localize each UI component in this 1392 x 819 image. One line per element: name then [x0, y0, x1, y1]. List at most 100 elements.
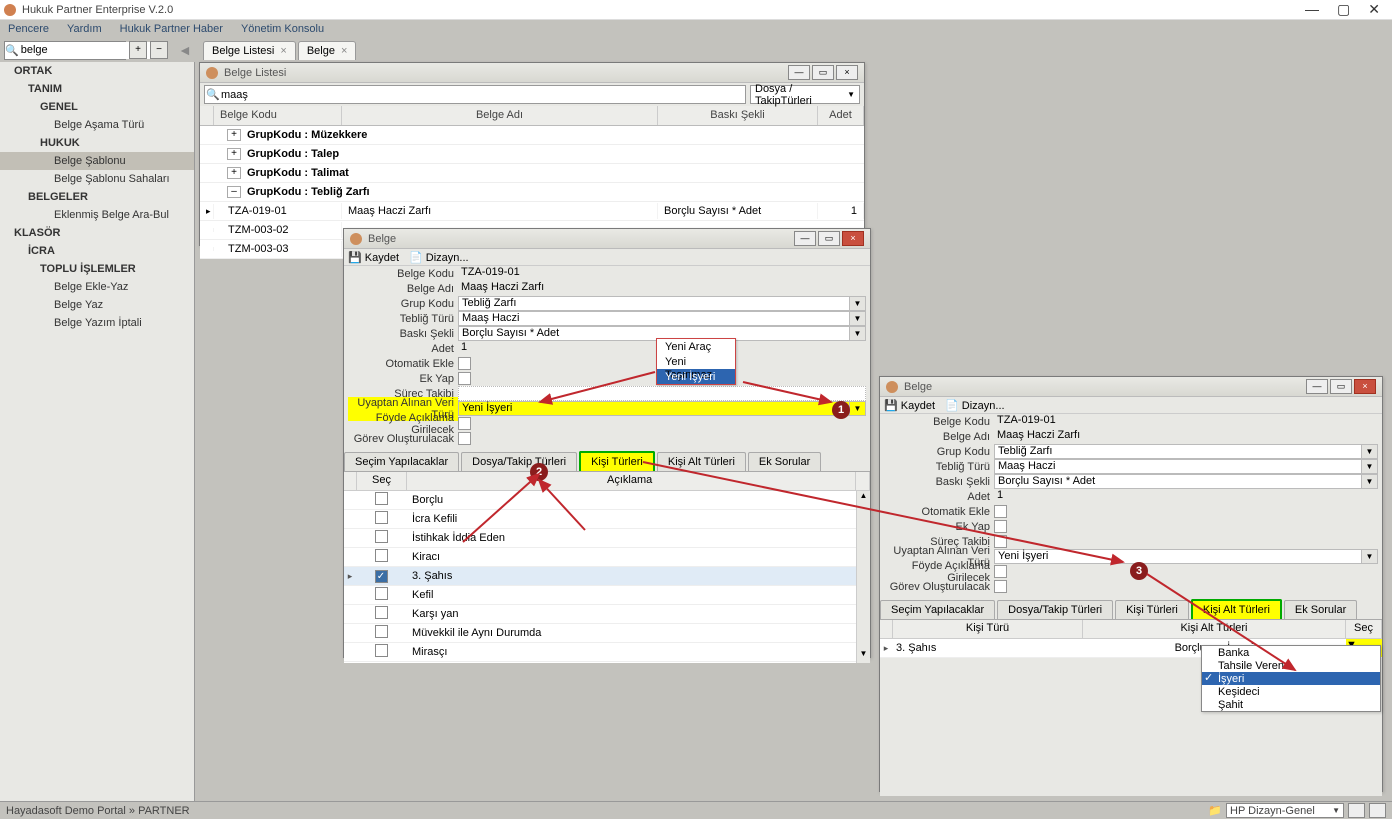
col-sec[interactable]: Seç [1346, 620, 1382, 638]
doc-tab-belge-listesi[interactable]: Belge Listesi × [203, 41, 296, 60]
field-baski-sekli[interactable]: Borçlu Sayısı * Adet▼ [994, 474, 1378, 489]
design-button[interactable]: 📄 Dizayn... [409, 251, 469, 264]
subwin-maximize-button[interactable]: ▭ [1330, 379, 1352, 394]
table-row[interactable]: Kefil [344, 586, 870, 605]
save-button[interactable]: 💾 Kaydet [348, 251, 399, 264]
doc-tab-belge[interactable]: Belge × [298, 41, 357, 60]
checkbox[interactable] [375, 549, 388, 562]
sidebar-item[interactable]: KLASÖR [0, 224, 194, 242]
menu-haber[interactable]: Hukuk Partner Haber [120, 23, 223, 35]
chevron-down-icon[interactable]: ▼ [849, 402, 865, 415]
tab-secim-yapilacaklar[interactable]: Seçim Yapılacaklar [880, 600, 995, 619]
chevron-down-icon[interactable]: ▼ [849, 312, 865, 325]
chk-gorev-olusturulacak[interactable] [994, 580, 1007, 593]
list-search-input[interactable] [221, 89, 745, 101]
sidebar-item[interactable]: ORTAK [0, 62, 194, 80]
expand-toggle[interactable]: – [227, 186, 241, 198]
group-row[interactable]: –GrupKodu : Tebliğ Zarfı [200, 183, 864, 202]
chevron-down-icon[interactable]: ▼ [1361, 460, 1377, 473]
subwin-maximize-button[interactable]: ▭ [818, 231, 840, 246]
field-uyap-veri-turu[interactable]: Yeni İşyeri▼ [994, 549, 1378, 564]
design-button[interactable]: 📄 Dizayn... [945, 399, 1005, 412]
sidebar-item[interactable]: TANIM [0, 80, 194, 98]
table-row[interactable]: İcra Kefili [344, 510, 870, 529]
tab-dosya-takip[interactable]: Dosya/Takip Türleri [997, 600, 1113, 619]
col-aciklama[interactable]: Açıklama [407, 472, 856, 490]
sidebar-item[interactable]: Belge Yazım İptali [0, 314, 194, 332]
minimize-button[interactable]: — [1305, 1, 1319, 18]
chk-foyde-aciklama[interactable] [994, 565, 1007, 578]
table-row[interactable]: Mirasçı [344, 643, 870, 662]
sidebar-item[interactable]: Eklenmiş Belge Ara-Bul [0, 206, 194, 224]
expand-toggle[interactable]: + [227, 129, 241, 141]
chk-ek-yap[interactable] [458, 372, 471, 385]
field-uyap-veri-turu[interactable]: Yeni İşyeri▼ [458, 401, 866, 416]
subwin-close-button[interactable]: × [842, 231, 864, 246]
subwin-minimize-button[interactable]: — [1306, 379, 1328, 394]
col-kisi-alt-turleri[interactable]: Kişi Alt Türleri [1083, 620, 1346, 638]
field-grup-kodu[interactable]: Tebliğ Zarfı▼ [458, 296, 866, 311]
group-row[interactable]: +GrupKodu : Talep [200, 145, 864, 164]
close-icon[interactable]: × [280, 45, 286, 57]
sidebar-item[interactable]: Belge Şablonu [0, 152, 194, 170]
field-grup-kodu[interactable]: Tebliğ Zarfı▼ [994, 444, 1378, 459]
toolbar-add-button[interactable]: + [129, 41, 147, 59]
menu-pencere[interactable]: Pencere [8, 23, 49, 35]
table-row[interactable]: Karşı yan [344, 605, 870, 624]
field-teblig-turu[interactable]: Maaş Haczi▼ [458, 311, 866, 326]
dropdown-option[interactable]: Banka [1202, 646, 1380, 659]
dropdown-option[interactable]: Tahsile Veren [1202, 659, 1380, 672]
table-row[interactable]: Kiracı [344, 548, 870, 567]
menu-item[interactable]: Yeni Taşınmaz [657, 354, 735, 369]
table-row[interactable]: İstihkak İddia Eden [344, 529, 870, 548]
field-surec-takibi[interactable] [458, 386, 866, 401]
table-row[interactable]: Müvekkil ile Aynı Durumda [344, 624, 870, 643]
expand-toggle[interactable]: + [227, 167, 241, 179]
col-belge-adi[interactable]: Belge Adı [342, 106, 658, 125]
group-row[interactable]: +GrupKodu : Talimat [200, 164, 864, 183]
col-kisi-turu[interactable]: Kişi Türü [893, 620, 1083, 638]
group-row[interactable]: +GrupKodu : Müzekkere [200, 126, 864, 145]
sidebar-item[interactable]: İCRA [0, 242, 194, 260]
list-search[interactable]: 🔍 [204, 85, 746, 104]
chevron-down-icon[interactable]: ▼ [1361, 550, 1377, 563]
checkbox[interactable] [375, 587, 388, 600]
sidebar-item[interactable]: HUKUK [0, 134, 194, 152]
tab-ek-sorular[interactable]: Ek Sorular [748, 452, 821, 471]
tab-kisi-alt-turleri[interactable]: Kişi Alt Türleri [1191, 599, 1282, 619]
sidebar-item[interactable]: Belge Ekle-Yaz [0, 278, 194, 296]
checkbox[interactable] [375, 644, 388, 657]
chevron-down-icon[interactable]: ▼ [1361, 475, 1377, 488]
maximize-button[interactable]: ▢ [1337, 1, 1350, 18]
subwin-minimize-button[interactable]: — [788, 65, 810, 80]
chk-foyde-aciklama[interactable] [458, 417, 471, 430]
chk-ek-yap[interactable] [994, 520, 1007, 533]
status-calendar-button[interactable] [1369, 803, 1386, 818]
expand-toggle[interactable]: + [227, 148, 241, 160]
chk-surec-takibi[interactable] [994, 535, 1007, 548]
toolbar-remove-button[interactable]: − [150, 41, 168, 59]
sidebar-item[interactable]: BELGELER [0, 188, 194, 206]
list-filter-dropdown[interactable]: Dosya / TakipTürleri ▼ [750, 85, 860, 104]
dropdown-option[interactable]: ✓İşyeri [1202, 672, 1380, 685]
field-teblig-turu[interactable]: Maaş Haczi▼ [994, 459, 1378, 474]
col-adet[interactable]: Adet [818, 106, 864, 125]
col-belge-kodu[interactable]: Belge Kodu [214, 106, 342, 125]
col-baski-sekli[interactable]: Baskı Şekli [658, 106, 818, 125]
menu-item[interactable]: Yeni Araç [657, 339, 735, 354]
checkbox[interactable] [375, 492, 388, 505]
menu-konsolu[interactable]: Yönetim Konsolu [241, 23, 324, 35]
table-row[interactable]: ▸3. Şahıs [344, 567, 870, 586]
checkbox[interactable] [375, 606, 388, 619]
sidebar-item[interactable]: GENEL [0, 98, 194, 116]
col-sec[interactable]: Seç [357, 472, 407, 490]
tab-kisi-alt-turleri[interactable]: Kişi Alt Türleri [657, 452, 746, 471]
subwin-minimize-button[interactable]: — [794, 231, 816, 246]
chk-otomatik-ekle[interactable] [458, 357, 471, 370]
chevron-down-icon[interactable]: ▼ [849, 327, 865, 340]
tab-kisi-turleri[interactable]: Kişi Türleri [1115, 600, 1189, 619]
chk-otomatik-ekle[interactable] [994, 505, 1007, 518]
checkbox[interactable] [375, 625, 388, 638]
scrollbar[interactable]: ▲▼ [856, 491, 870, 663]
back-button[interactable]: ◄ [178, 42, 198, 58]
